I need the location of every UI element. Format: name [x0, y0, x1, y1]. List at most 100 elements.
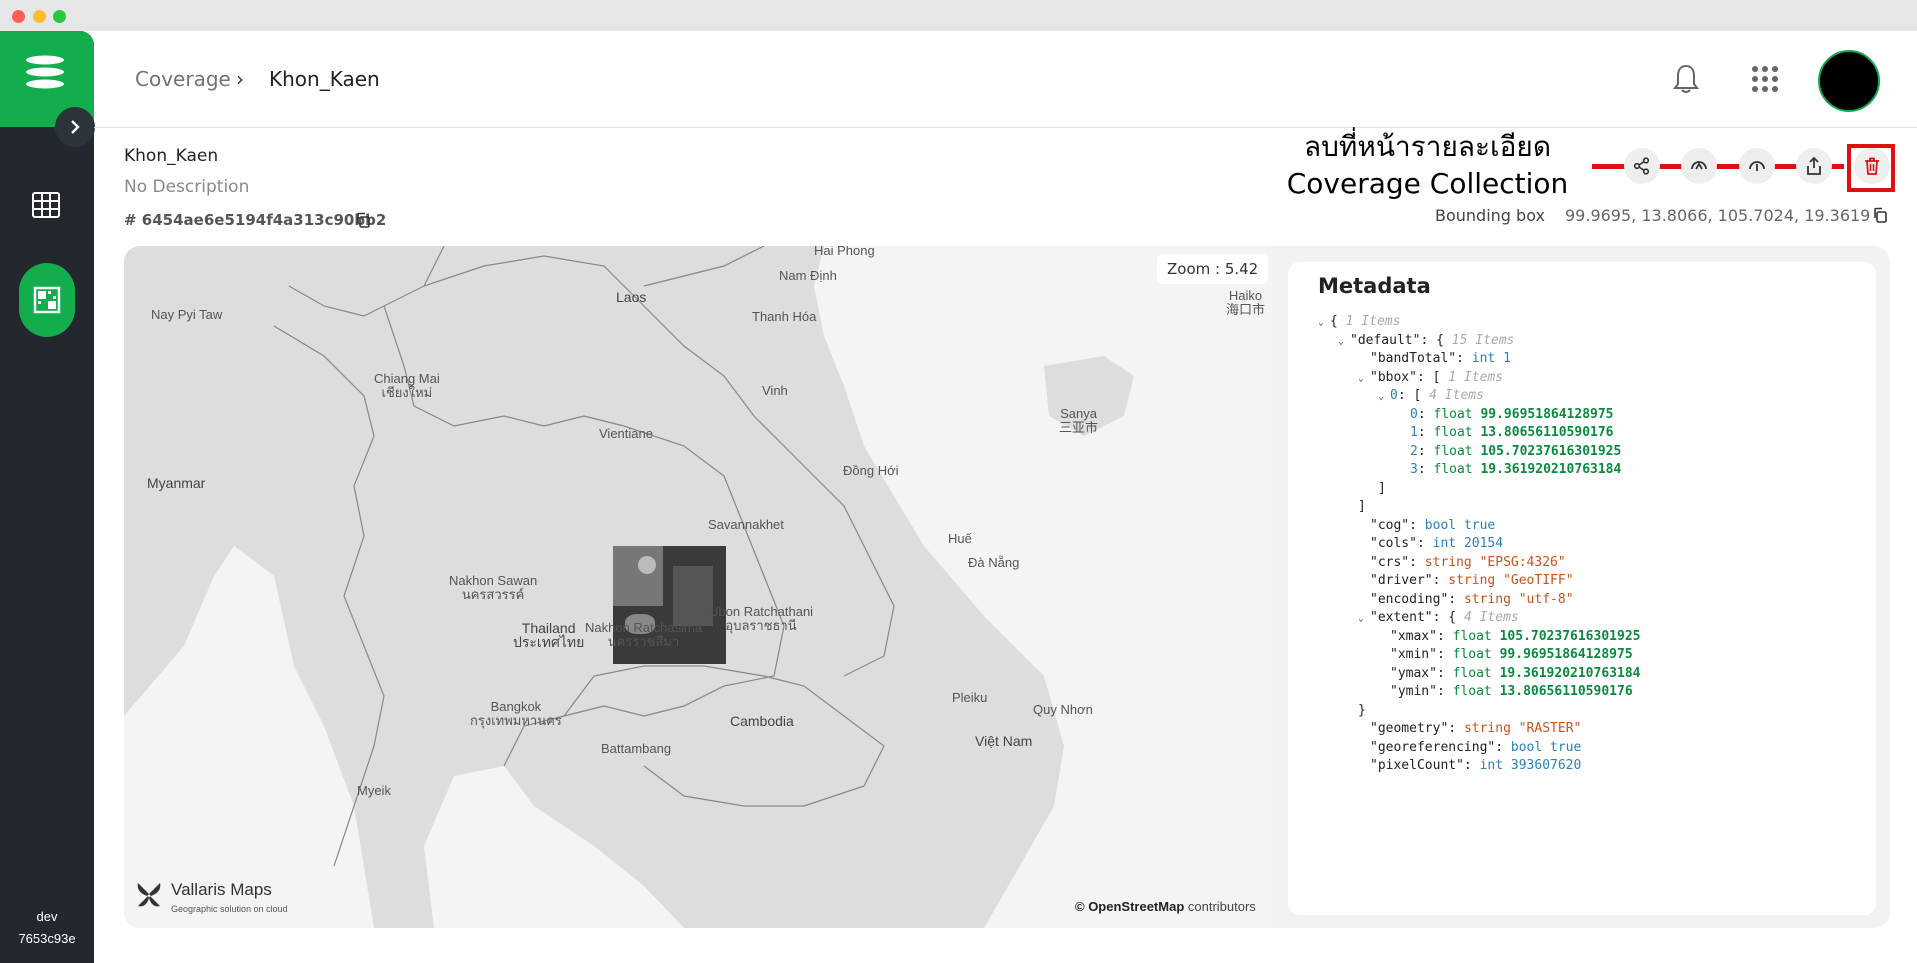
share-button[interactable] — [1624, 148, 1660, 184]
json-type: float — [1452, 684, 1500, 699]
metadata-card: Metadata ⌄{ 1 Items ⌄ "default": { 15 Item… — [1288, 262, 1876, 915]
collapse-caret-icon: ⌄ — [1338, 335, 1345, 347]
json-open-bracket: [ — [1432, 369, 1449, 385]
json-row: "xmin": float 99.96951864128975 — [1378, 645, 1633, 665]
json-value: 393607620 — [1510, 758, 1582, 773]
json-key: "extent" — [1370, 610, 1433, 625]
json-colon: : — [1448, 721, 1464, 736]
json-colon: : — [1417, 425, 1434, 440]
json-type: bool — [1424, 517, 1464, 533]
map-label: Quy Nhơn — [1033, 702, 1093, 717]
vallaris-brand-tagline: Geographic solution on cloud — [171, 904, 288, 914]
map-view[interactable]: Hai Phong Nam Định Laos Haiko 海口市 Nay Pyi Ta… — [124, 246, 1272, 928]
json-key: 1 — [1410, 425, 1418, 440]
json-row[interactable]: ⌄ 0: [ 4 Items — [1378, 386, 1484, 406]
map-border-thailand — [383, 305, 785, 767]
json-row: "ymin": float 13.80656110590176 — [1378, 682, 1633, 702]
json-colon: : — [1436, 628, 1453, 644]
user-avatar[interactable] — [1818, 50, 1880, 112]
share-icon — [1633, 157, 1650, 175]
map-label: Thanh Hóa — [752, 309, 817, 324]
json-type: int — [1432, 536, 1464, 551]
map-label: Nakhon Ratchasima นครราชสีมา — [585, 620, 703, 649]
json-colon: : — [1436, 647, 1453, 662]
link-button[interactable] — [1681, 148, 1717, 184]
json-row[interactable]: ⌄ "extent": { 4 Items — [1358, 608, 1519, 628]
map-label: Battambang — [601, 741, 672, 756]
chevron-right-icon — [71, 120, 80, 134]
unlink-icon — [1749, 161, 1765, 171]
collapse-caret-icon: ⌄ — [1358, 372, 1365, 384]
json-key: "default" — [1350, 332, 1421, 348]
json-type: float — [1452, 665, 1500, 681]
collapse-caret-icon: ⌄ — [1378, 391, 1385, 402]
json-value: true — [1550, 739, 1582, 755]
json-close-bracket: ] — [1358, 499, 1366, 514]
window-maximize-button[interactable] — [53, 10, 66, 23]
json-type: bool — [1510, 739, 1551, 755]
json-value: 19.361920210763184 — [1480, 462, 1622, 477]
window-close-button[interactable] — [12, 10, 25, 23]
json-type: float — [1452, 647, 1500, 662]
notifications-button[interactable] — [1672, 63, 1700, 99]
window-titlebar — [0, 0, 1917, 31]
json-key: "xmin" — [1390, 647, 1437, 662]
map-label: Myanmar — [147, 475, 206, 491]
json-value: 99.96951864128975 — [1499, 647, 1633, 662]
map-label: Chiang Mai เชียงใหม่ — [374, 371, 440, 400]
apps-menu-button[interactable] — [1751, 65, 1779, 97]
coverage-description: No Description — [124, 177, 250, 197]
metadata-json-tree[interactable]: ⌄{ 1 Items ⌄ "default": { 15 Items "bandTot… — [1318, 312, 1858, 892]
json-type: float — [1433, 462, 1481, 477]
window-minimize-button[interactable] — [33, 10, 46, 23]
map-attribution[interactable]: © OpenStreetMap contributors — [1075, 899, 1256, 914]
json-colon: : — [1448, 591, 1464, 607]
map-label: Đồng Hới — [843, 463, 899, 478]
json-row[interactable]: ⌄ "bbox": [ 1 Items — [1358, 368, 1503, 388]
map-label: Ubon Ratchathani อุบลราชธานี — [709, 604, 814, 633]
map-label: Pleiku — [952, 690, 988, 705]
delete-highlight-box — [1847, 144, 1895, 192]
json-key: "encoding" — [1370, 591, 1449, 607]
json-item-count: 1 Items — [1345, 314, 1401, 329]
sidebar-item-coverage[interactable] — [19, 263, 75, 337]
json-colon: : — [1436, 684, 1453, 699]
json-key: 3 — [1410, 462, 1418, 477]
json-colon: : — [1416, 536, 1433, 551]
json-value: 19.361920210763184 — [1499, 665, 1641, 681]
json-value: 99.96951864128975 — [1480, 406, 1614, 422]
sidebar-expand-button[interactable] — [55, 107, 95, 147]
copy-id-button[interactable] — [355, 212, 371, 232]
export-button[interactable] — [1796, 148, 1832, 184]
vallaris-logo-icon — [137, 883, 161, 907]
json-value: 20154 — [1463, 536, 1504, 551]
table-grid-icon — [32, 192, 60, 218]
json-row[interactable]: ⌄ "default": { 15 Items — [1338, 331, 1514, 351]
sidebar-item-tables[interactable] — [31, 191, 61, 223]
json-item-count: 15 Items — [1451, 332, 1515, 348]
annotation-line1: ลบที่หน้ารายละเอียด — [1303, 130, 1552, 163]
json-row: } — [1358, 701, 1366, 721]
json-colon: : — [1409, 517, 1425, 533]
copy-icon — [357, 212, 370, 228]
json-type: int — [1479, 758, 1511, 773]
vallaris-brand-name: Vallaris Maps — [171, 880, 272, 899]
json-row[interactable]: ⌄ { 1 Items — [1318, 312, 1400, 332]
bounding-box-label: Bounding box — [1435, 206, 1545, 225]
map-label: Huế — [948, 531, 972, 546]
json-colon: : — [1463, 758, 1480, 773]
copy-bbox-button[interactable] — [1872, 207, 1888, 227]
json-key: "geometry" — [1370, 721, 1449, 736]
bounding-box-value: 99.9695, 13.8066, 105.7024, 19.3619 — [1565, 206, 1871, 225]
json-colon: : — [1409, 554, 1425, 570]
json-colon: : — [1416, 369, 1433, 385]
json-row: 0: float 99.96951864128975 — [1398, 405, 1614, 425]
json-open-bracket: { — [1448, 610, 1464, 625]
json-key: "bandTotal" — [1370, 351, 1457, 366]
json-key: "crs" — [1370, 554, 1410, 570]
unlink-button[interactable] — [1739, 148, 1775, 184]
json-value: "GeoTIFF" — [1503, 573, 1574, 588]
collapse-caret-icon: ⌄ — [1318, 317, 1325, 328]
osm-link[interactable]: © OpenStreetMap — [1075, 899, 1184, 914]
breadcrumb-coverage-link[interactable]: Coverage — [135, 67, 231, 91]
